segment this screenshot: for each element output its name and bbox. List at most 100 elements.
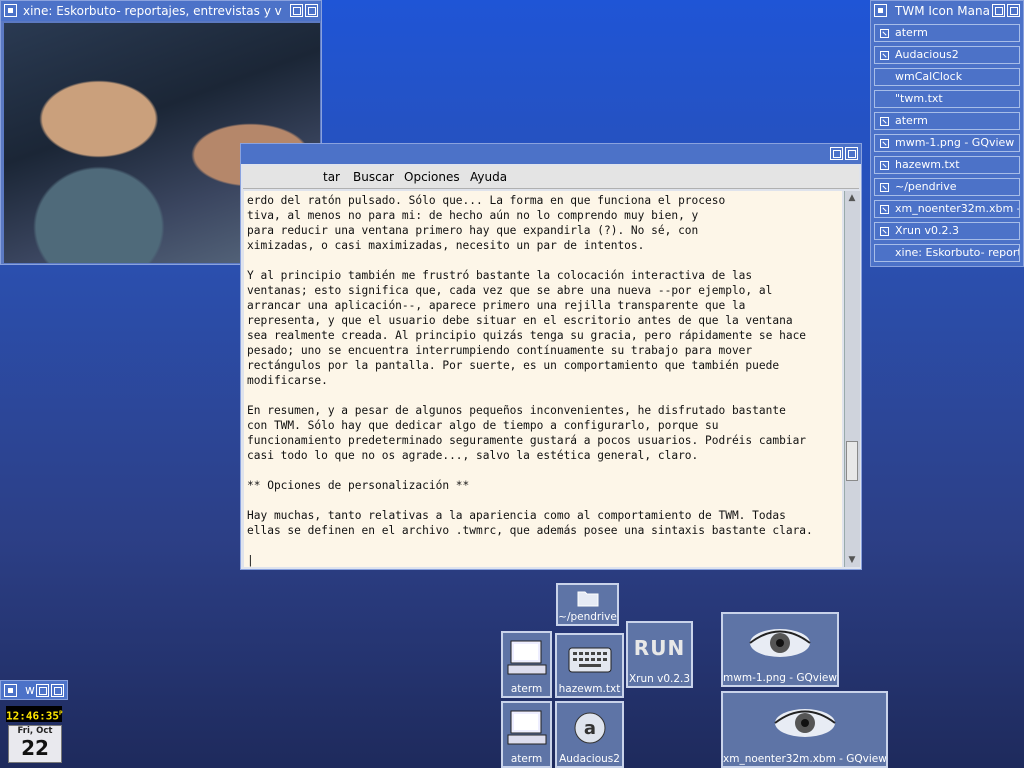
icon-aterm-2[interactable]: aterm xyxy=(501,701,552,768)
text-line: | xyxy=(247,554,254,567)
text-line: casi todo lo que no os agrade..., salvo … xyxy=(247,449,699,462)
iconified-icon xyxy=(880,183,889,192)
icon-manager-item-label: ~/pendrive xyxy=(895,180,957,193)
icon-pendrive[interactable]: ~/pendrive xyxy=(556,583,619,626)
icon-manager-item[interactable]: hazewm.txt xyxy=(874,156,1020,174)
scroll-up-icon[interactable]: ▲ xyxy=(846,192,858,204)
icon-label: aterm xyxy=(510,753,543,765)
scroll-down-icon[interactable]: ▼ xyxy=(846,554,858,566)
text-line xyxy=(247,388,842,403)
icon-aterm[interactable]: aterm xyxy=(501,631,552,698)
terminal-icon xyxy=(503,635,550,680)
icon-label: Xrun v0.2.3 xyxy=(628,673,691,685)
icon-label: Audacious2 xyxy=(559,753,620,765)
text-line: ventanas; esto significa que, cada vez q… xyxy=(247,284,773,297)
svg-text:a: a xyxy=(583,718,595,739)
icon-xrun[interactable]: RUN Xrun v0.2.3 xyxy=(626,621,693,688)
text-line xyxy=(247,538,842,553)
icon-manager-item-label: mwm-1.png - GQview xyxy=(895,136,1015,149)
eye-icon xyxy=(723,616,837,669)
icon-manager-item[interactable]: mwm-1.png - GQview xyxy=(874,134,1020,152)
icon-manager-item-label: wmCalClock xyxy=(895,70,963,83)
text-line: ellas se definen en el archivo .twmrc, q… xyxy=(247,524,813,537)
icon-manager-title: TWM Icon Mana xyxy=(895,4,990,18)
wmcalclock-titlebar[interactable]: w xyxy=(0,680,68,700)
text-line: con TWM. Sólo hay que dedicar algo de ti… xyxy=(247,419,719,432)
icon-label: hazewm.txt xyxy=(558,683,621,695)
icon-manager-item[interactable]: wmCalClock xyxy=(874,68,1020,86)
text-line: Y al principio también me frustró bastan… xyxy=(247,269,753,282)
text-line: erdo del ratón pulsado. Sólo que... La f… xyxy=(247,194,726,207)
icon-manager-item[interactable]: Xrun v0.2.3 xyxy=(874,222,1020,240)
text-line: representa, y que el usuario debe situar… xyxy=(247,314,793,327)
icon-manager-item-label: Xrun v0.2.3 xyxy=(895,224,959,237)
clock-ampm: P xyxy=(58,710,63,717)
icon-hazewm[interactable]: hazewm.txt xyxy=(555,633,624,698)
scroll-thumb[interactable] xyxy=(846,441,858,481)
resize-icon[interactable] xyxy=(992,4,1005,17)
digital-clock: 12:46:35P xyxy=(6,706,63,723)
text-line: rectángulos por la pantalla. Por suerte,… xyxy=(247,359,780,372)
clock-time: 12:46:35 xyxy=(6,709,59,723)
icon-manager-item[interactable]: ~/pendrive xyxy=(874,178,1020,196)
text-line: modificarse. xyxy=(247,374,328,387)
text-line: En resumen, y a pesar de algunos pequeño… xyxy=(247,404,786,417)
menu-editar[interactable]: tar xyxy=(323,166,340,188)
icon-manager-item-label: xine: Eskorbuto- reportaj xyxy=(895,246,1020,259)
vertical-scrollbar[interactable]: ▲ ▼ xyxy=(844,191,860,567)
maximize-icon[interactable] xyxy=(51,684,64,697)
audacious-icon: a xyxy=(557,705,622,750)
maximize-icon[interactable] xyxy=(305,4,318,17)
icon-manager-item-label: aterm xyxy=(895,114,928,127)
iconified-icon xyxy=(880,161,889,170)
icon-manager-window[interactable]: TWM Icon Mana aterm Audacious2 wmCalClock "… xyxy=(870,0,1024,267)
editor-titlebar[interactable] xyxy=(241,144,861,164)
run-icon: RUN xyxy=(633,635,686,660)
menu-buscar[interactable]: Buscar xyxy=(353,166,394,188)
icon-manager-item[interactable]: xine: Eskorbuto- reportaj xyxy=(874,244,1020,262)
resize-icon[interactable] xyxy=(36,684,49,697)
menubar: tar Buscar Opciones Ayuda xyxy=(243,166,859,189)
menu-ayuda[interactable]: Ayuda xyxy=(470,166,507,188)
icon-manager-item[interactable]: xm_noenter32m.xbm - G xyxy=(874,200,1020,218)
iconified-icon xyxy=(880,117,889,126)
iconified-icon xyxy=(880,29,889,38)
iconify-icon[interactable] xyxy=(4,4,17,17)
text-line: ximizadas, o casi maximizadas, necesito … xyxy=(247,239,645,252)
icon-manager-item[interactable]: aterm xyxy=(874,24,1020,42)
icon-mwm-gqview[interactable]: mwm-1.png - GQview xyxy=(721,612,839,687)
xine-titlebar[interactable]: xine: Eskorbuto- reportajes, entrevistas… xyxy=(1,1,321,21)
text-area[interactable]: erdo del ratón pulsado. Sólo que... La f… xyxy=(244,191,842,567)
iconified-icon xyxy=(880,51,889,60)
editor-window[interactable]: tar Buscar Opciones Ayuda erdo del ratón… xyxy=(240,143,862,570)
maximize-icon[interactable] xyxy=(845,147,858,160)
icon-manager-item-label: hazewm.txt xyxy=(895,158,960,171)
keyboard-icon xyxy=(557,637,622,680)
resize-icon[interactable] xyxy=(830,147,843,160)
terminal-icon xyxy=(503,705,550,750)
icon-manager-item[interactable]: "twm.txt xyxy=(874,90,1020,108)
resize-icon[interactable] xyxy=(290,4,303,17)
icon-manager-item[interactable]: Audacious2 xyxy=(874,46,1020,64)
text-line: sea realmente creada. Al principio quizá… xyxy=(247,329,807,342)
icon-audacious[interactable]: a Audacious2 xyxy=(555,701,624,768)
wmcalclock-title: w xyxy=(25,683,35,697)
text-line: tiva, al menos no para mi: de hecho aún … xyxy=(247,209,699,222)
menu-opciones[interactable]: Opciones xyxy=(404,166,460,188)
folder-icon xyxy=(558,587,617,608)
maximize-icon[interactable] xyxy=(1007,4,1020,17)
icon-label: ~/pendrive xyxy=(558,611,617,623)
icon-manager-item-label: "twm.txt xyxy=(895,92,943,105)
iconified-icon xyxy=(880,227,889,236)
eye-icon xyxy=(723,695,886,750)
icon-label: mwm-1.png - GQview xyxy=(723,672,837,684)
iconify-icon[interactable] xyxy=(4,684,17,697)
icon-xm-gqview[interactable]: xm_noenter32m.xbm - GQview xyxy=(721,691,888,768)
iconify-icon[interactable] xyxy=(874,4,887,17)
xine-title: xine: Eskorbuto- reportajes, entrevistas… xyxy=(23,4,282,18)
iconified-icon xyxy=(880,139,889,148)
icon-manager-item[interactable]: aterm xyxy=(874,112,1020,130)
icon-manager-titlebar[interactable]: TWM Icon Mana xyxy=(871,1,1023,21)
text-line xyxy=(247,463,842,478)
calendar: Fri, Oct 22 xyxy=(8,725,62,763)
